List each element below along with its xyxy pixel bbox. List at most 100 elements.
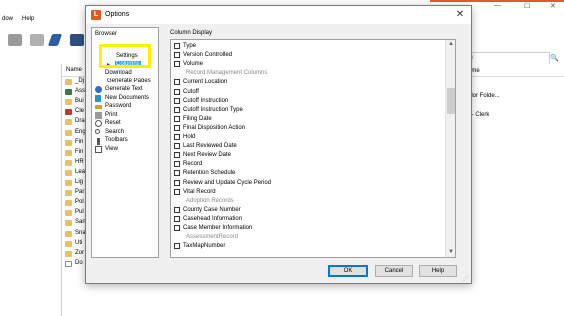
- app-logo-icon: L: [91, 10, 101, 20]
- column-checkbox[interactable]: [174, 243, 180, 250]
- nav-print[interactable]: Print: [105, 112, 117, 118]
- column-option-row[interactable]: Next Review Date: [174, 151, 442, 160]
- column-checkbox[interactable]: [174, 97, 180, 104]
- menu-window[interactable]: dow: [2, 16, 13, 22]
- nav-browser[interactable]: Browser: [95, 31, 117, 37]
- column-checkbox[interactable]: [174, 79, 180, 86]
- name-column-header[interactable]: Name: [66, 67, 82, 73]
- printer-icon[interactable]: [30, 34, 44, 46]
- column-checkbox[interactable]: [174, 206, 180, 213]
- column-option-row[interactable]: Version Controlled: [174, 51, 442, 60]
- nav-download[interactable]: Download: [105, 70, 132, 76]
- column-checkbox[interactable]: [174, 143, 180, 150]
- nav-generate-pages[interactable]: Generate Pages: [107, 78, 151, 82]
- column-option-row[interactable]: Cutoff: [174, 88, 442, 97]
- column-option-row[interactable]: Cutoff Instruction Type: [174, 106, 442, 115]
- folder-icon: [65, 260, 72, 267]
- column-checkbox[interactable]: [174, 52, 180, 59]
- column-option-label: Next Review Date: [183, 152, 232, 159]
- column-option-label: Record Management Columns: [186, 70, 268, 77]
- file-name: HR: [75, 158, 84, 165]
- yellow-highlight-box: [99, 44, 151, 68]
- close-window-button[interactable]: ✕: [550, 2, 556, 10]
- scroll-up-arrow-icon[interactable]: ▲: [446, 40, 456, 49]
- column-checkbox[interactable]: [174, 161, 180, 168]
- file-name: Do: [75, 259, 83, 266]
- scroll-down-arrow-icon[interactable]: ▼: [446, 248, 456, 257]
- column-option-row[interactable]: Type: [174, 42, 442, 51]
- column-option-row[interactable]: Casehead Information: [174, 215, 442, 224]
- column-option-label: Record: [183, 161, 203, 168]
- column-checkbox[interactable]: [174, 106, 180, 113]
- column-option-row[interactable]: Current Location: [174, 78, 442, 87]
- column-checkbox[interactable]: [174, 115, 180, 122]
- file-name: Par: [75, 189, 85, 196]
- nav-view[interactable]: View: [105, 146, 118, 152]
- help-button[interactable]: Help: [419, 265, 457, 277]
- search-icon[interactable]: 🔍: [550, 54, 559, 62]
- column-option-label: Cutoff: [183, 88, 199, 95]
- column-checkbox[interactable]: [174, 225, 180, 231]
- column-checkbox[interactable]: [174, 134, 180, 140]
- nav-password[interactable]: Password: [105, 103, 131, 109]
- folder-icon: [65, 190, 72, 197]
- column-option-row[interactable]: County Case Number: [174, 206, 442, 215]
- menu-help[interactable]: Help: [22, 16, 34, 22]
- dialog-title: Options: [105, 11, 130, 18]
- folder-icon: [65, 169, 72, 176]
- column-group-header: Adoption Records: [174, 197, 442, 206]
- column-option-row[interactable]: Record: [174, 160, 442, 169]
- ok-button[interactable]: OK: [328, 265, 368, 277]
- search-icon: [95, 129, 100, 134]
- column-option-row[interactable]: Final Disposition Action: [174, 124, 442, 133]
- restore-button[interactable]: ☐: [524, 2, 530, 10]
- file-name: _Dj: [75, 78, 85, 84]
- nav-reset[interactable]: Reset: [105, 120, 121, 126]
- column-checkbox[interactable]: [174, 43, 180, 49]
- column-option-row[interactable]: Hold: [174, 133, 442, 142]
- nav-new-documents[interactable]: New Documents: [105, 95, 149, 101]
- column-checkbox[interactable]: [174, 170, 180, 177]
- column-option-row[interactable]: Case Member Information: [174, 224, 442, 233]
- column-option-row[interactable]: Volume: [174, 60, 442, 69]
- scan-icon[interactable]: [47, 34, 63, 46]
- nav-search[interactable]: Search: [105, 129, 124, 135]
- column-option-label: Cutoff Instruction Type: [183, 106, 243, 113]
- column-checkbox[interactable]: [174, 152, 180, 159]
- resize-grip-icon[interactable]: ⋰: [463, 275, 471, 283]
- column-checkbox[interactable]: [174, 88, 180, 95]
- column-option-row[interactable]: Last Reviewed Date: [174, 142, 442, 151]
- clipboard-icon[interactable]: [8, 34, 22, 46]
- folder-icon: [65, 149, 72, 156]
- toolbars-icon: [97, 138, 100, 145]
- column-option-row[interactable]: Vital Record: [174, 188, 442, 197]
- folder-icon: [65, 200, 72, 207]
- column-list-items: Type Version Controlled Volume Record Manag…: [171, 40, 445, 257]
- column-checkbox[interactable]: [174, 188, 180, 195]
- list-scrollbar[interactable]: ▲ ▼: [445, 40, 455, 257]
- column-checkbox[interactable]: [174, 179, 180, 186]
- nav-generate-text[interactable]: Generate Text: [105, 86, 143, 92]
- right-column-row-1: olor Folde...: [468, 93, 500, 99]
- nav-toolbars[interactable]: Toolbars: [105, 137, 128, 143]
- column-option-row[interactable]: Retention Schedule: [174, 169, 442, 178]
- reset-icon: [95, 120, 102, 127]
- column-checkbox[interactable]: [174, 215, 180, 222]
- camera-icon[interactable]: [70, 34, 84, 46]
- folder-icon: [65, 159, 72, 166]
- column-option-label: TaxMapNumber: [183, 243, 226, 250]
- cancel-button[interactable]: Cancel: [375, 265, 413, 277]
- close-icon[interactable]: ✕: [454, 9, 466, 21]
- column-option-row[interactable]: Cutoff Instruction: [174, 97, 442, 106]
- column-option-row[interactable]: TaxMapNumber: [174, 242, 442, 251]
- minimize-button[interactable]: —: [494, 2, 501, 9]
- column-option-row[interactable]: Filing Date: [174, 115, 442, 124]
- scroll-thumb[interactable]: [447, 88, 455, 114]
- new-documents-icon: [95, 95, 101, 102]
- column-option-row[interactable]: Review and Update Cycle Period: [174, 179, 442, 188]
- file-name: Zor: [75, 249, 84, 256]
- column-checkbox[interactable]: [174, 124, 180, 131]
- column-display-label: Column Display: [170, 30, 213, 36]
- key-icon: [95, 105, 102, 109]
- column-checkbox[interactable]: [174, 61, 180, 68]
